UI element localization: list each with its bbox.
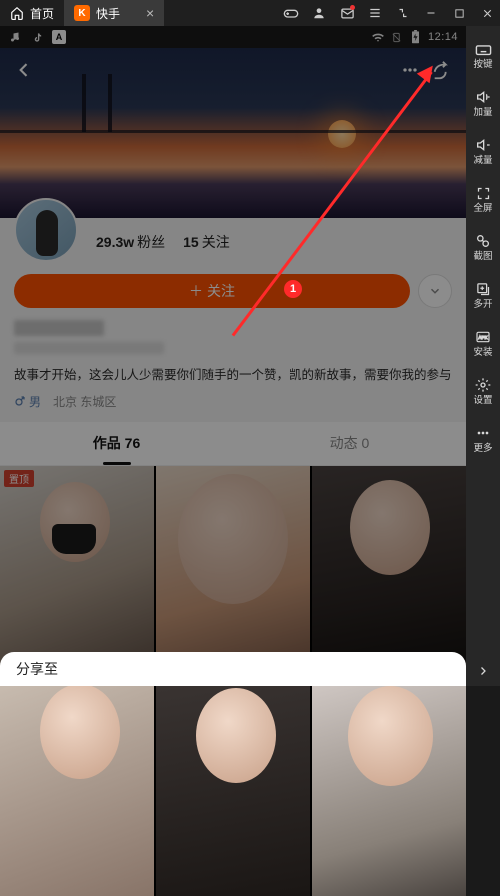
maximize-icon[interactable]: [446, 0, 472, 26]
emulator-sidebar: 按键 加量 减量 全屏 截图 多开 APK安装 设置 更多: [466, 26, 500, 686]
window-title-bar: 首页 K 快手 ×: [0, 0, 500, 26]
share-icon[interactable]: [426, 54, 458, 86]
video-thumb[interactable]: [156, 682, 310, 896]
title-right: [278, 0, 500, 26]
share-sheet[interactable]: 分享至: [0, 652, 466, 686]
sb-fullscreen[interactable]: 全屏: [466, 176, 500, 222]
close-tab-icon[interactable]: ×: [146, 5, 154, 21]
follow-stat[interactable]: 15关注: [183, 232, 230, 252]
pin-badge: 置顶: [4, 470, 34, 487]
video-thumb[interactable]: [312, 682, 466, 896]
sb-keyboard[interactable]: 按键: [466, 32, 500, 78]
profile-section: 29.3w粉丝 15关注 ＋ 关注 故事才开始，这会儿人少需要你们随手的一个赞，…: [0, 218, 466, 422]
tab-app-label: 快手: [96, 5, 120, 22]
avatar[interactable]: [14, 198, 78, 262]
clock: 12:14: [428, 31, 458, 43]
video-thumb[interactable]: [312, 466, 466, 680]
username-redacted: [14, 320, 104, 336]
app-icon: K: [74, 5, 90, 21]
wifi-icon: [371, 30, 385, 44]
menu-icon[interactable]: [362, 0, 388, 26]
sb-volume-up[interactable]: 加量: [466, 80, 500, 126]
back-icon[interactable]: [8, 54, 40, 86]
music-icon: [8, 30, 22, 44]
profile-cover: [0, 48, 466, 218]
workspace: A 12:14 29.3w粉丝 15关注 ＋ 关注: [0, 26, 466, 686]
sb-multi[interactable]: 多开: [466, 272, 500, 318]
profile-tabs: 作品 76 动态 0: [0, 422, 466, 466]
sb-screenshot[interactable]: 截图: [466, 224, 500, 270]
badge-a-icon: A: [52, 30, 66, 44]
tab-moments[interactable]: 动态 0: [233, 422, 466, 465]
location: 北京 东城区: [53, 393, 116, 410]
tab-home-label: 首页: [30, 5, 54, 22]
user-icon[interactable]: [306, 0, 332, 26]
battery-icon: [409, 30, 423, 44]
gender: 男: [14, 393, 41, 410]
fans-stat[interactable]: 29.3w粉丝: [96, 232, 165, 252]
mail-icon[interactable]: [334, 0, 360, 26]
sb-settings[interactable]: 设置: [466, 368, 500, 414]
expand-button[interactable]: [418, 274, 452, 308]
name-area: [14, 320, 452, 354]
svg-text:APK: APK: [478, 335, 488, 340]
video-thumb[interactable]: [0, 682, 154, 896]
annotation-marker: 1: [284, 280, 302, 298]
bio: 故事才开始，这会儿人少需要你们随手的一个赞，凯的新故事，需要你我的参与: [14, 366, 452, 385]
tab-app[interactable]: K 快手 ×: [64, 0, 164, 26]
follow-button[interactable]: ＋ 关注: [14, 274, 410, 308]
minimize-icon[interactable]: [418, 0, 444, 26]
tab-works[interactable]: 作品 76: [0, 422, 233, 465]
tab-home[interactable]: 首页: [0, 0, 64, 26]
home-icon: [10, 6, 24, 20]
tiktok-icon: [30, 30, 44, 44]
sb-volume-down[interactable]: 减量: [466, 128, 500, 174]
shrink-icon[interactable]: [390, 0, 416, 26]
userid-redacted: [14, 342, 164, 354]
video-thumb[interactable]: 置顶: [0, 466, 154, 680]
phone-status-bar: A 12:14: [0, 26, 466, 48]
share-sheet-title: 分享至: [16, 659, 58, 679]
more-icon[interactable]: [394, 54, 426, 86]
sb-install[interactable]: APK安装: [466, 320, 500, 366]
close-window-icon[interactable]: [474, 0, 500, 26]
gamepad-icon[interactable]: [278, 0, 304, 26]
sb-more[interactable]: 更多: [466, 416, 500, 462]
no-sim-icon: [390, 30, 404, 44]
meta: 男 北京 东城区: [14, 393, 452, 410]
sb-collapse[interactable]: [466, 656, 500, 686]
stats: 29.3w粉丝 15关注: [96, 228, 452, 252]
video-thumb[interactable]: 到到了: [156, 466, 310, 680]
